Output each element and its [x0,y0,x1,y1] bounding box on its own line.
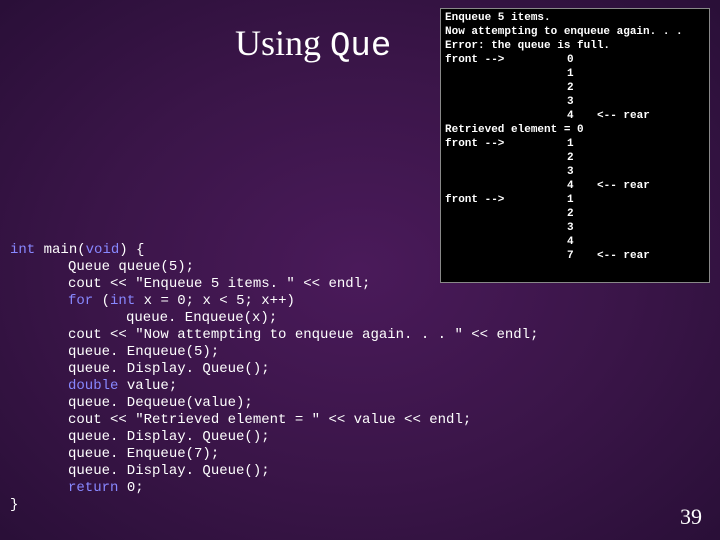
console-left [445,81,567,95]
console-mid: 7 [567,249,597,263]
code-line: Queue queue(5); [68,259,194,275]
kw-for: for [68,293,93,309]
title-part2: Que [330,28,391,66]
console-right [597,165,705,179]
console-left [445,95,567,109]
console-text: Error: the queue is full. [445,39,610,53]
code-line: queue. Display. Queue(); [68,429,270,445]
title-part1: Using [235,23,330,63]
console-mid: 4 [567,109,597,123]
console-row: 4<-- rear [445,179,705,193]
console-right: <-- rear [597,109,705,123]
console-mid: 1 [567,137,597,151]
console-row: front -->0 [445,53,705,67]
console-row: 2 [445,151,705,165]
console-row: 2 [445,81,705,95]
console-text: Now attempting to enqueue again. . . [445,25,683,39]
console-mid: 1 [567,193,597,207]
console-mid: 2 [567,151,597,165]
code-line: cout << "Retrieved element = " << value … [68,412,471,428]
console-left [445,179,567,193]
console-mid: 2 [567,207,597,221]
slide-number: 39 [680,504,702,530]
console-mid: 1 [567,67,597,81]
console-left [445,207,567,221]
console-text: Retrieved element = 0 [445,123,584,137]
console-row: Enqueue 5 items. [445,11,705,25]
console-right [597,151,705,165]
console-mid: 3 [567,95,597,109]
code-line: queue. Enqueue(7); [68,446,219,462]
console-left: front --> [445,193,567,207]
code-line: queue. Display. Queue(); [68,361,270,377]
console-row: 3 [445,95,705,109]
console-left: front --> [445,53,567,67]
console-row: 2 [445,207,705,221]
code-line: cout << "Now attempting to enqueue again… [68,327,538,343]
console-left [445,109,567,123]
console-right: <-- rear [597,179,705,193]
console-right [597,67,705,81]
console-right: <-- rear [597,249,705,263]
console-row: 1 [445,67,705,81]
kw-void: void [86,242,120,258]
code-line: cout << "Enqueue 5 items. " << endl; [68,276,370,292]
console-row: Retrieved element = 0 [445,123,705,137]
console-right [597,137,705,151]
console-right [597,235,705,249]
kw-return: return [68,480,118,496]
slide-title: Using Que [235,22,391,66]
console-left: front --> [445,137,567,151]
console-left [445,165,567,179]
console-right [597,207,705,221]
console-left [445,67,567,81]
console-right [597,95,705,109]
console-row: 4<-- rear [445,109,705,123]
console-row: Now attempting to enqueue again. . . [445,25,705,39]
console-right [597,193,705,207]
console-row: 3 [445,165,705,179]
console-row: front -->1 [445,137,705,151]
code-line: queue. Dequeue(value); [68,395,253,411]
console-row: Error: the queue is full. [445,39,705,53]
console-row: front -->1 [445,193,705,207]
console-mid: 4 [567,179,597,193]
code-line: queue. Display. Queue(); [68,463,270,479]
console-right [597,81,705,95]
console-mid: 0 [567,53,597,67]
kw-int2: int [110,293,135,309]
console-mid: 3 [567,221,597,235]
console-mid: 2 [567,81,597,95]
code-block: int main(void) { Queue queue(5); cout <<… [10,225,538,514]
code-line: } [10,497,18,513]
kw-int: int [10,242,35,258]
code-line: queue. Enqueue(5); [68,344,219,360]
console-mid: 4 [567,235,597,249]
code-line: queue. Enqueue(x); [126,310,277,326]
console-right [597,53,705,67]
console-right [597,221,705,235]
console-text: Enqueue 5 items. [445,11,551,25]
console-left [445,151,567,165]
kw-double: double [68,378,118,394]
console-mid: 3 [567,165,597,179]
